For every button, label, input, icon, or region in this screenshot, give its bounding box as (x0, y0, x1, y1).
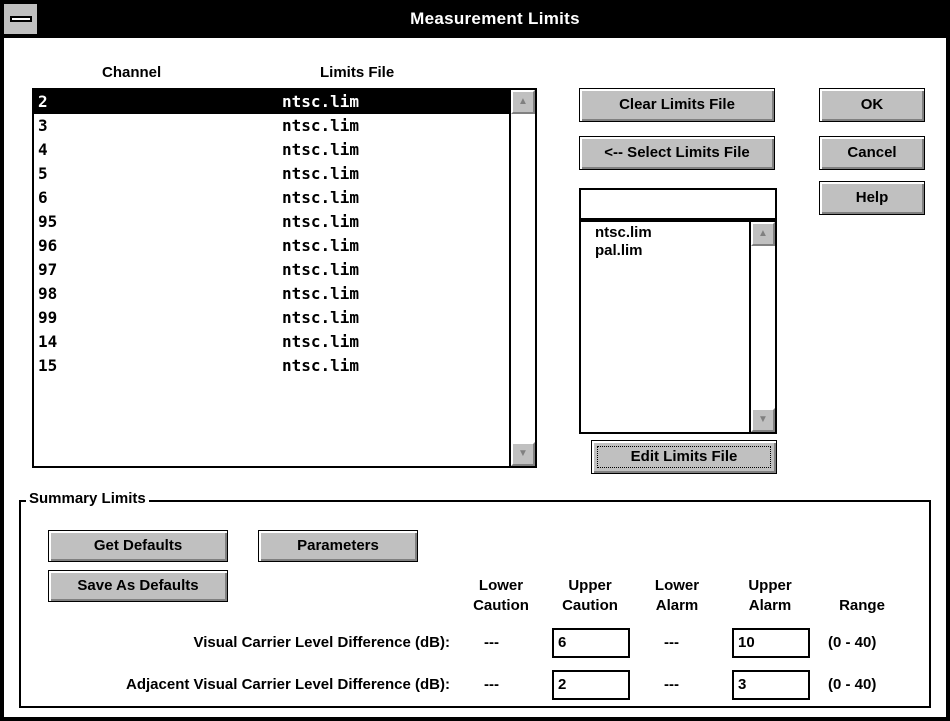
channel-list-row[interactable]: 99 ntsc.lim (34, 306, 509, 330)
arrow-down-icon[interactable]: ▼ (511, 442, 535, 466)
measurement-limits-dialog: Measurement Limits Channel Limits File 2… (0, 0, 950, 721)
arrow-up-icon[interactable]: ▲ (511, 90, 535, 114)
ok-button[interactable]: OK (819, 88, 925, 122)
file-list-scrollbar[interactable]: ▲ ▼ (749, 222, 775, 432)
channel-number: 4 (38, 140, 48, 159)
channel-limits-file: ntsc.lim (282, 164, 360, 183)
select-limits-file-button[interactable]: <-- Select Limits File (579, 136, 775, 170)
channel-number: 95 (38, 212, 58, 231)
channel-number: 97 (38, 260, 58, 279)
lower-alarm-header-line2: Alarm (655, 597, 699, 614)
help-button[interactable]: Help (819, 181, 925, 215)
upper-caution-header: Upper Caution (550, 576, 630, 616)
channel-list-row[interactable]: 97 ntsc.lim (34, 258, 509, 282)
limits-file-list[interactable]: ntsc.lim pal.lim ▲ ▼ (579, 220, 777, 434)
cancel-label: Cancel (847, 144, 897, 161)
channel-list-row[interactable]: 3 ntsc.lim (34, 114, 509, 138)
summary-limits-label: Summary Limits (26, 490, 149, 507)
arrow-up-icon[interactable]: ▲ (751, 222, 775, 246)
channel-number: 98 (38, 284, 58, 303)
range-header: Range (839, 597, 885, 614)
cancel-button[interactable]: Cancel (819, 136, 925, 170)
clear-limits-file-button[interactable]: Clear Limits File (579, 88, 775, 122)
channel-limits-file: ntsc.lim (282, 356, 360, 375)
file-list-item[interactable]: pal.lim (595, 242, 643, 259)
clear-limits-file-label: Clear Limits File (619, 96, 735, 113)
parameters-label: Parameters (297, 537, 379, 554)
visual-carrier-level-label: Visual Carrier Level Difference (dB): (193, 634, 450, 651)
range-value: (0 - 40) (828, 676, 877, 693)
channel-limits-file: ntsc.lim (282, 260, 360, 279)
select-limits-file-label: <-- Select Limits File (604, 144, 750, 161)
channel-number: 96 (38, 236, 58, 255)
channel-limits-file: ntsc.lim (282, 140, 360, 159)
upper-caution-header-line2: Caution (562, 597, 618, 614)
save-as-defaults-label: Save As Defaults (77, 577, 199, 594)
channel-list-scrollbar[interactable]: ▲ ▼ (509, 90, 535, 466)
channel-list-row[interactable]: 95 ntsc.lim (34, 210, 509, 234)
lower-alarm-header: Lower Alarm (642, 576, 712, 616)
upper-alarm-header-line2: Alarm (748, 597, 792, 614)
lower-caution-value: --- (484, 634, 499, 651)
help-label: Help (855, 189, 889, 206)
arrow-down-icon[interactable]: ▼ (751, 408, 775, 432)
channel-list-row[interactable]: 98 ntsc.lim (34, 282, 509, 306)
lower-caution-header-line1: Lower (478, 577, 524, 594)
limits-file-column-header: Limits File (320, 64, 395, 81)
channel-number: 14 (38, 332, 58, 351)
channel-limits-file: ntsc.lim (282, 284, 360, 303)
get-defaults-label: Get Defaults (93, 537, 183, 554)
channel-list-row[interactable]: 15 ntsc.lim (34, 354, 509, 378)
channel-list-row[interactable]: 14 ntsc.lim (34, 330, 509, 354)
ok-label: OK (860, 96, 884, 113)
channel-number: 6 (38, 188, 48, 207)
channel-list-row[interactable]: 2 ntsc.lim (34, 90, 509, 114)
lower-caution-header-line2: Caution (473, 597, 529, 614)
upper-caution-input[interactable]: 2 (552, 670, 630, 700)
upper-alarm-input[interactable]: 3 (732, 670, 810, 700)
channel-number: 15 (38, 356, 58, 375)
adjacent-visual-carrier-level-label: Adjacent Visual Carrier Level Difference… (126, 676, 450, 693)
window-title: Measurement Limits (410, 9, 580, 28)
file-list-item[interactable]: ntsc.lim (595, 224, 652, 241)
upper-alarm-input[interactable]: 10 (732, 628, 810, 658)
channel-number: 99 (38, 308, 58, 327)
channel-limits-file: ntsc.lim (282, 188, 360, 207)
channel-limits-file: ntsc.lim (282, 116, 360, 135)
channel-list-row[interactable]: 5 ntsc.lim (34, 162, 509, 186)
file-name-input[interactable] (579, 188, 777, 220)
edit-limits-file-button[interactable]: Edit Limits File (591, 440, 777, 474)
channel-number: 2 (38, 92, 48, 111)
channel-limits-file: ntsc.lim (282, 308, 360, 327)
channel-limits-file: ntsc.lim (282, 92, 360, 111)
channel-number: 3 (38, 116, 48, 135)
channel-rows: 2 ntsc.lim 3 ntsc.lim 4 ntsc.lim 5 ntsc.lim 6 nts… (34, 90, 509, 378)
channel-list-row[interactable]: 4 ntsc.lim (34, 138, 509, 162)
channel-number: 5 (38, 164, 48, 183)
channel-column-header: Channel (102, 64, 162, 81)
upper-alarm-header: Upper Alarm (732, 576, 808, 616)
upper-caution-header-line1: Upper (568, 577, 612, 594)
channel-list-row[interactable]: 96 ntsc.lim (34, 234, 509, 258)
upper-alarm-header-line1: Upper (748, 577, 792, 594)
title-bar: Measurement Limits (4, 4, 946, 38)
get-defaults-button[interactable]: Get Defaults (48, 530, 228, 562)
lower-alarm-value: --- (664, 676, 679, 693)
channel-limits-file: ntsc.lim (282, 332, 360, 351)
channel-limits-list[interactable]: 2 ntsc.lim 3 ntsc.lim 4 ntsc.lim 5 ntsc.lim 6 nts… (32, 88, 537, 468)
parameters-button[interactable]: Parameters (258, 530, 418, 562)
upper-caution-input[interactable]: 6 (552, 628, 630, 658)
system-menu-icon[interactable] (4, 4, 40, 34)
range-value: (0 - 40) (828, 634, 877, 651)
lower-alarm-value: --- (664, 634, 679, 651)
edit-limits-file-label: Edit Limits File (630, 448, 738, 465)
channel-limits-file: ntsc.lim (282, 236, 360, 255)
lower-alarm-header-line1: Lower (654, 577, 700, 594)
channel-list-row[interactable]: 6 ntsc.lim (34, 186, 509, 210)
lower-caution-value: --- (484, 676, 499, 693)
lower-caution-header: Lower Caution (462, 576, 540, 616)
save-as-defaults-button[interactable]: Save As Defaults (48, 570, 228, 602)
channel-limits-file: ntsc.lim (282, 212, 360, 231)
